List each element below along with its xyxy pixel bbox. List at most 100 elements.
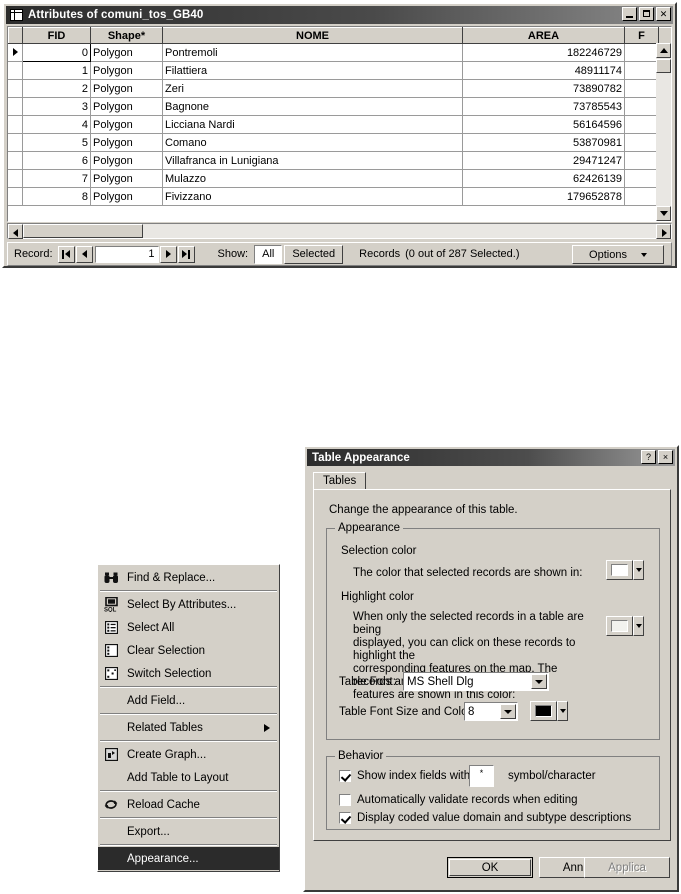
dialog-titlebar[interactable]: Table Appearance ? × bbox=[307, 449, 675, 466]
ok-button[interactable]: OK bbox=[447, 857, 533, 878]
scroll-up-button[interactable] bbox=[656, 43, 671, 58]
row-selector[interactable] bbox=[8, 169, 23, 188]
highlight-color-button[interactable] bbox=[606, 616, 633, 636]
coded-value-checkbox[interactable] bbox=[339, 812, 351, 824]
cell-shape[interactable]: Polygon bbox=[90, 151, 163, 170]
horizontal-scroll-thumb[interactable] bbox=[23, 224, 143, 238]
cell-fid[interactable]: 3 bbox=[22, 97, 91, 116]
cell-f[interactable] bbox=[624, 61, 659, 80]
table-row[interactable]: 4 Polygon Licciana Nardi 56164596 bbox=[8, 115, 671, 134]
cell-area[interactable]: 73890782 bbox=[462, 79, 625, 98]
table-row[interactable]: 2 Polygon Zeri 73890782 bbox=[8, 79, 671, 98]
menu-item-find-replace[interactable]: Find & Replace... bbox=[98, 566, 279, 589]
selection-color-button[interactable] bbox=[606, 560, 633, 580]
cell-f[interactable] bbox=[624, 151, 659, 170]
cell-f[interactable] bbox=[624, 115, 659, 134]
menu-item-add-table-to-layout[interactable]: Add Table to Layout bbox=[98, 766, 279, 789]
row-selector[interactable] bbox=[8, 133, 23, 152]
cell-f[interactable] bbox=[624, 133, 659, 152]
menu-item-add-field[interactable]: Add Field... bbox=[98, 689, 279, 712]
menu-item-select-by-attributes[interactable]: SQL Select By Attributes... bbox=[98, 593, 279, 616]
cell-fid[interactable]: 7 bbox=[22, 169, 91, 188]
show-index-fields-checkbox[interactable] bbox=[339, 770, 351, 782]
cell-nome[interactable]: Zeri bbox=[162, 79, 463, 98]
cell-area[interactable]: 182246729 bbox=[462, 43, 625, 62]
cell-fid[interactable]: 5 bbox=[22, 133, 91, 152]
row-selector[interactable] bbox=[8, 115, 23, 134]
menu-item-create-graph[interactable]: Create Graph... bbox=[98, 743, 279, 766]
last-record-button[interactable] bbox=[177, 245, 195, 263]
table-font-size-combo[interactable]: 8 bbox=[464, 702, 518, 721]
row-selector[interactable] bbox=[8, 187, 23, 206]
row-selector[interactable] bbox=[8, 43, 23, 62]
cell-f[interactable] bbox=[624, 43, 659, 62]
cell-fid[interactable]: 2 bbox=[22, 79, 91, 98]
row-selector[interactable] bbox=[8, 151, 23, 170]
table-font-combo[interactable]: MS Shell Dlg bbox=[403, 672, 549, 691]
cell-f[interactable] bbox=[624, 187, 659, 206]
cell-shape[interactable]: Polygon bbox=[90, 97, 163, 116]
cell-shape[interactable]: Polygon bbox=[90, 61, 163, 80]
cell-area[interactable]: 73785543 bbox=[462, 97, 625, 116]
chevron-down-icon[interactable] bbox=[500, 704, 516, 719]
cell-shape[interactable]: Polygon bbox=[90, 187, 163, 206]
table-row[interactable]: 7 Polygon Mulazzo 62426139 bbox=[8, 169, 671, 188]
cell-nome[interactable]: Fivizzano bbox=[162, 187, 463, 206]
minimize-button[interactable] bbox=[622, 7, 637, 21]
column-header-area[interactable]: AREA bbox=[462, 27, 625, 44]
attribute-table-titlebar[interactable]: Attributes of comuni_tos_GB40 ✕ bbox=[6, 6, 673, 24]
grid-vertical-scrollbar[interactable] bbox=[656, 43, 671, 221]
menu-item-export[interactable]: Export... bbox=[98, 820, 279, 843]
menu-item-appearance[interactable]: Appearance... bbox=[98, 847, 279, 870]
vertical-scroll-track[interactable] bbox=[656, 58, 671, 206]
options-button[interactable]: Options bbox=[572, 245, 664, 264]
cell-area[interactable]: 29471247 bbox=[462, 151, 625, 170]
cell-f[interactable] bbox=[624, 97, 659, 116]
menu-item-related-tables[interactable]: Related Tables bbox=[98, 716, 279, 739]
cell-fid[interactable]: 6 bbox=[22, 151, 91, 170]
chevron-down-icon[interactable] bbox=[531, 674, 547, 689]
next-record-button[interactable] bbox=[159, 245, 177, 263]
cell-fid[interactable]: 1 bbox=[22, 61, 91, 80]
scroll-left-button[interactable] bbox=[8, 224, 23, 239]
row-selector[interactable] bbox=[8, 79, 23, 98]
scroll-down-button[interactable] bbox=[656, 206, 671, 221]
cell-f[interactable] bbox=[624, 169, 659, 188]
cell-area[interactable]: 48911174 bbox=[462, 61, 625, 80]
table-row[interactable]: 0 Polygon Pontremoli 182246729 bbox=[8, 43, 671, 62]
cell-shape[interactable]: Polygon bbox=[90, 43, 163, 62]
grid-horizontal-scrollbar[interactable] bbox=[7, 223, 672, 239]
table-row[interactable]: 8 Polygon Fivizzano 179652878 bbox=[8, 187, 671, 206]
cell-area[interactable]: 179652878 bbox=[462, 187, 625, 206]
cell-nome[interactable]: Comano bbox=[162, 133, 463, 152]
cell-nome[interactable]: Mulazzo bbox=[162, 169, 463, 188]
selection-color-dropdown[interactable] bbox=[633, 560, 644, 580]
cell-f[interactable] bbox=[624, 79, 659, 98]
tab-tables[interactable]: Tables bbox=[313, 472, 367, 490]
show-all-button[interactable]: All bbox=[254, 244, 283, 264]
index-field-symbol-input[interactable]: * bbox=[469, 765, 494, 787]
highlight-color-dropdown[interactable] bbox=[633, 616, 644, 636]
close-button[interactable]: ✕ bbox=[656, 7, 671, 21]
cell-nome[interactable]: Pontremoli bbox=[162, 43, 463, 62]
first-record-button[interactable] bbox=[57, 245, 75, 263]
table-row[interactable]: 1 Polygon Filattiera 48911174 bbox=[8, 61, 671, 80]
show-selected-button[interactable]: Selected bbox=[284, 244, 344, 264]
cell-nome[interactable]: Licciana Nardi bbox=[162, 115, 463, 134]
cell-area[interactable]: 53870981 bbox=[462, 133, 625, 152]
menu-item-switch-selection[interactable]: Switch Selection bbox=[98, 662, 279, 685]
row-selector[interactable] bbox=[8, 61, 23, 80]
previous-record-button[interactable] bbox=[75, 245, 93, 263]
column-header-f[interactable]: F bbox=[624, 27, 659, 44]
cell-fid[interactable]: 0 bbox=[22, 43, 91, 62]
menu-item-select-all[interactable]: Select All bbox=[98, 616, 279, 639]
cell-shape[interactable]: Polygon bbox=[90, 79, 163, 98]
scroll-right-button[interactable] bbox=[656, 224, 671, 239]
help-button[interactable]: ? bbox=[641, 450, 656, 464]
table-font-color-button[interactable] bbox=[530, 701, 557, 721]
cell-shape[interactable]: Polygon bbox=[90, 115, 163, 134]
cell-nome[interactable]: Bagnone bbox=[162, 97, 463, 116]
cell-nome[interactable]: Villafranca in Lunigiana bbox=[162, 151, 463, 170]
table-font-color-dropdown[interactable] bbox=[557, 701, 568, 721]
vertical-scroll-thumb[interactable] bbox=[656, 59, 671, 73]
